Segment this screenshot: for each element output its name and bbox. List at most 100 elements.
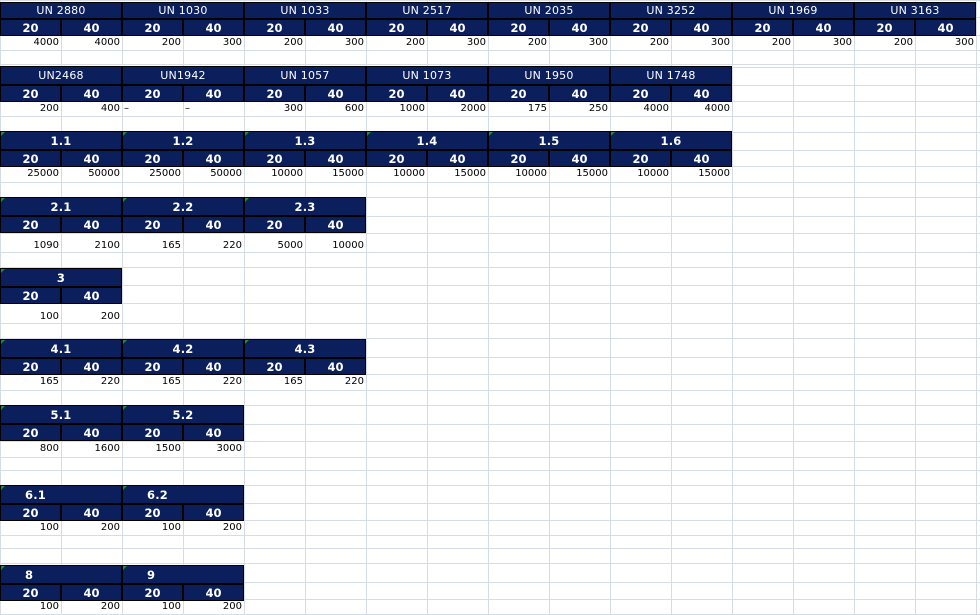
value-cell-20[interactable]: 200	[732, 37, 793, 49]
value-cell-20[interactable]: 1500	[122, 443, 183, 455]
column-header-40[interactable]: 40	[305, 19, 366, 36]
column-header-20[interactable]: 20	[122, 85, 183, 102]
column-header-20[interactable]: 20	[244, 19, 305, 36]
group-header[interactable]: UN 2517	[366, 2, 488, 19]
column-header-40[interactable]: 40	[427, 19, 488, 36]
value-cell-40[interactable]: 10000	[305, 240, 366, 252]
value-cell-40[interactable]: 220	[305, 376, 366, 388]
value-cell-40[interactable]: 4000	[61, 37, 122, 49]
value-cell-40[interactable]: 220	[183, 240, 244, 252]
group-header[interactable]: UN 3163	[854, 2, 976, 19]
value-cell-20[interactable]: 10000	[244, 168, 305, 180]
column-header-40[interactable]: 40	[183, 85, 244, 102]
group-header[interactable]: UN 3252	[610, 2, 732, 19]
column-header-40[interactable]: 40	[549, 150, 610, 167]
group-header[interactable]: UN 1073	[366, 66, 488, 85]
group-header[interactable]: 2.1	[0, 197, 122, 216]
value-cell-20[interactable]: 4000	[0, 37, 61, 49]
column-header-20[interactable]: 20	[122, 216, 183, 233]
column-header-40[interactable]: 40	[61, 19, 122, 36]
value-cell-40[interactable]: 2000	[427, 103, 488, 115]
value-cell-40[interactable]: 300	[671, 37, 732, 49]
value-cell-20[interactable]: 200	[854, 37, 915, 49]
value-cell-40[interactable]: 200	[61, 522, 122, 534]
column-header-20[interactable]: 20	[366, 19, 427, 36]
value-cell-20[interactable]: 200	[366, 37, 427, 49]
group-header[interactable]: 1.5	[488, 131, 610, 150]
column-header-40[interactable]: 40	[915, 19, 976, 36]
column-header-40[interactable]: 40	[549, 19, 610, 36]
column-header-20[interactable]: 20	[0, 216, 61, 233]
value-cell-20[interactable]: 1090	[0, 240, 61, 252]
group-header[interactable]: 1.1	[0, 131, 122, 150]
column-header-20[interactable]: 20	[610, 150, 671, 167]
value-cell-20[interactable]: 1000	[366, 103, 427, 115]
group-header[interactable]: 5.1	[0, 405, 122, 424]
group-header[interactable]: 1.2	[122, 131, 244, 150]
column-header-20[interactable]: 20	[122, 19, 183, 36]
group-header[interactable]: UN 1033	[244, 2, 366, 19]
column-header-20[interactable]: 20	[366, 85, 427, 102]
column-header-40[interactable]: 40	[61, 216, 122, 233]
value-cell-20[interactable]: 10000	[366, 168, 427, 180]
value-cell-20[interactable]: 25000	[0, 168, 61, 180]
value-cell-40[interactable]: 300	[915, 37, 976, 49]
value-cell-20[interactable]: 4000	[610, 103, 671, 115]
column-header-20[interactable]: 20	[244, 358, 305, 375]
value-cell-40[interactable]: 400	[61, 103, 122, 115]
column-header-40[interactable]: 40	[427, 150, 488, 167]
value-cell-40[interactable]: 200	[61, 311, 122, 323]
column-header-20[interactable]: 20	[488, 85, 549, 102]
group-header[interactable]: 1.4	[366, 131, 488, 150]
column-header-40[interactable]: 40	[183, 584, 244, 601]
value-cell-40[interactable]: 15000	[671, 168, 732, 180]
value-cell-40[interactable]: 300	[549, 37, 610, 49]
column-header-20[interactable]: 20	[610, 85, 671, 102]
value-cell-20[interactable]: 165	[122, 376, 183, 388]
value-cell-20[interactable]: 5000	[244, 240, 305, 252]
value-cell-20[interactable]: 100	[0, 522, 61, 534]
value-cell-20[interactable]: 10000	[488, 168, 549, 180]
column-header-40[interactable]: 40	[671, 150, 732, 167]
column-header-40[interactable]: 40	[61, 287, 122, 304]
column-header-20[interactable]: 20	[122, 424, 183, 441]
value-cell-40[interactable]: 300	[793, 37, 854, 49]
value-cell-40[interactable]: 220	[183, 376, 244, 388]
column-header-40[interactable]: 40	[61, 150, 122, 167]
value-cell-20[interactable]: 100	[0, 601, 61, 613]
value-cell-20[interactable]: –	[122, 103, 183, 115]
value-cell-20[interactable]: 100	[0, 311, 61, 323]
column-header-20[interactable]: 20	[854, 19, 915, 36]
value-cell-20[interactable]: 165	[244, 376, 305, 388]
column-header-40[interactable]: 40	[305, 85, 366, 102]
value-cell-20[interactable]: 100	[122, 601, 183, 613]
value-cell-40[interactable]: 200	[61, 601, 122, 613]
value-cell-40[interactable]: 15000	[549, 168, 610, 180]
value-cell-40[interactable]: 300	[183, 37, 244, 49]
column-header-20[interactable]: 20	[0, 287, 61, 304]
group-header[interactable]: 8	[0, 565, 122, 584]
value-cell-40[interactable]: 3000	[183, 443, 244, 455]
group-header[interactable]: 6.1	[0, 485, 122, 504]
column-header-20[interactable]: 20	[244, 150, 305, 167]
column-header-40[interactable]: 40	[305, 150, 366, 167]
column-header-40[interactable]: 40	[183, 19, 244, 36]
column-header-20[interactable]: 20	[366, 150, 427, 167]
group-header[interactable]: UN 2035	[488, 2, 610, 19]
group-header[interactable]: 4.1	[0, 339, 122, 358]
value-cell-20[interactable]: 10000	[610, 168, 671, 180]
group-header[interactable]: 2.2	[122, 197, 244, 216]
value-cell-20[interactable]: 300	[244, 103, 305, 115]
value-cell-20[interactable]: 200	[488, 37, 549, 49]
column-header-20[interactable]: 20	[122, 584, 183, 601]
column-header-20[interactable]: 20	[122, 150, 183, 167]
value-cell-40[interactable]: 600	[305, 103, 366, 115]
value-cell-40[interactable]: 220	[61, 376, 122, 388]
value-cell-40[interactable]: 15000	[427, 168, 488, 180]
group-header[interactable]: UN 1057	[244, 66, 366, 85]
value-cell-40[interactable]: 300	[427, 37, 488, 49]
column-header-40[interactable]: 40	[61, 424, 122, 441]
group-header[interactable]: UN 2880	[0, 2, 122, 19]
value-cell-20[interactable]: 200	[610, 37, 671, 49]
column-header-40[interactable]: 40	[427, 85, 488, 102]
